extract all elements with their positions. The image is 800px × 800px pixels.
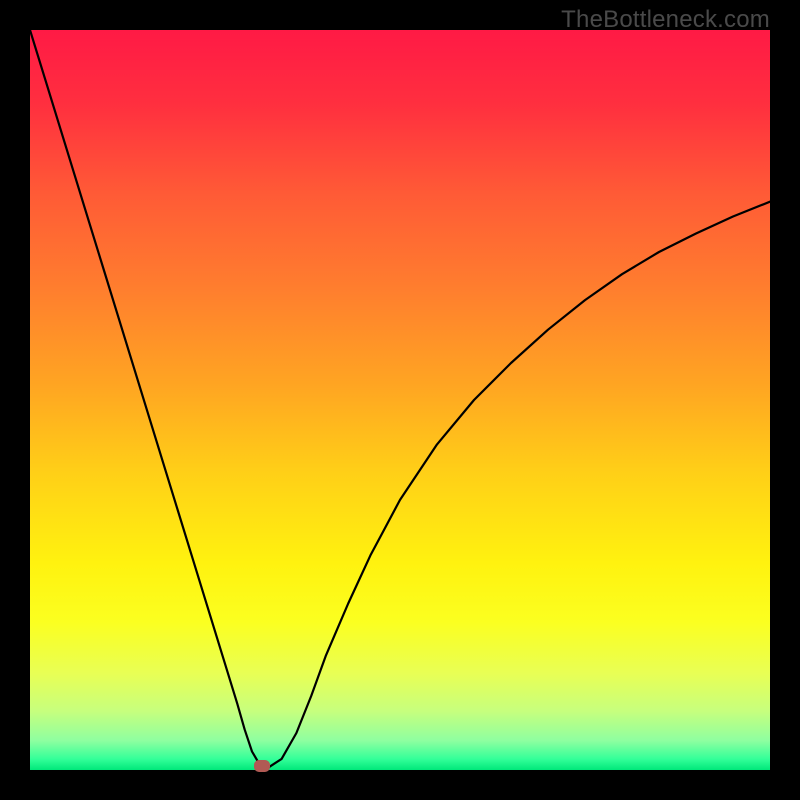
chart-container: TheBottleneck.com xyxy=(0,0,800,800)
minimum-marker xyxy=(254,760,270,772)
bottleneck-curve xyxy=(30,30,770,770)
plot-area xyxy=(30,30,770,770)
watermark-text: TheBottleneck.com xyxy=(561,6,770,34)
